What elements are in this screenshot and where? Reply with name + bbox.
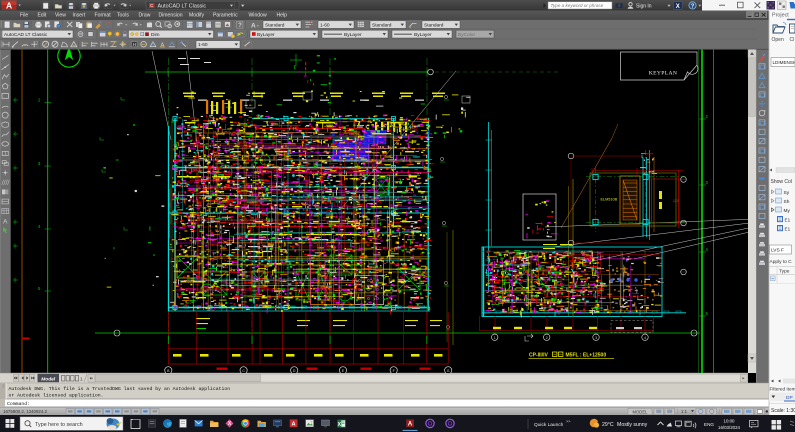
svg-text:ByLayer: ByLayer	[257, 32, 275, 38]
svg-text:Insert: Insert	[73, 13, 86, 19]
svg-text:Standard: Standard	[372, 22, 392, 28]
svg-text:+: +	[83, 5, 86, 11]
svg-text:KEYPLAN: KEYPLAN	[649, 71, 677, 77]
svg-text:AutoCAD LT Classic: AutoCAD LT Classic	[4, 32, 48, 38]
svg-text:File: File	[20, 13, 28, 19]
svg-text:Standard: Standard	[424, 22, 444, 28]
svg-text:Dim: Dim	[151, 32, 160, 38]
svg-text:CP-III/IV: CP-III/IV	[529, 352, 549, 358]
svg-text:Help: Help	[277, 13, 288, 19]
svg-text:Tools: Tools	[117, 13, 129, 19]
svg-text:A: A	[6, 0, 12, 10]
svg-text:G: G	[447, 369, 450, 373]
svg-text:1-60: 1-60	[198, 42, 208, 48]
svg-text:ByLayer: ByLayer	[344, 32, 362, 38]
svg-text:4: 4	[644, 336, 646, 340]
svg-text:Format: Format	[95, 13, 112, 19]
svg-text:Standard: Standard	[265, 22, 285, 28]
svg-text:1: 1	[494, 336, 496, 340]
svg-text:A: A	[251, 22, 256, 29]
svg-text:H: H	[133, 42, 136, 47]
svg-text:?: ?	[238, 23, 242, 29]
svg-text:Draw: Draw	[139, 13, 151, 19]
svg-text:2: 2	[546, 336, 548, 340]
svg-text:Parametric: Parametric	[213, 13, 238, 19]
svg-text:Dimension: Dimension	[159, 13, 183, 19]
svg-text:A: A	[161, 43, 165, 49]
svg-text:ByLayer: ByLayer	[414, 32, 432, 38]
svg-text:Type a keyword or phrase: Type a keyword or phrase	[551, 3, 604, 8]
svg-text:ByColor: ByColor	[458, 32, 475, 38]
svg-text:Edit: Edit	[38, 13, 47, 19]
svg-text:125: 125	[673, 199, 679, 203]
svg-text:M5FL : EL+12500: M5FL : EL+12500	[566, 352, 607, 358]
svg-text:D: D	[293, 369, 296, 373]
svg-text:Window: Window	[249, 13, 267, 19]
svg-text:1-60: 1-60	[320, 22, 330, 28]
svg-text:View: View	[55, 13, 66, 19]
svg-text:Modify: Modify	[189, 13, 204, 19]
svg-text:3: 3	[595, 336, 597, 340]
svg-text:C: C	[242, 369, 245, 373]
svg-text:X: X	[676, 4, 680, 10]
svg-text:ELM510B: ELM510B	[601, 198, 618, 202]
svg-text:Sign In: Sign In	[636, 3, 652, 9]
svg-text:AutoCAD LT Classic: AutoCAD LT Classic	[158, 3, 207, 9]
